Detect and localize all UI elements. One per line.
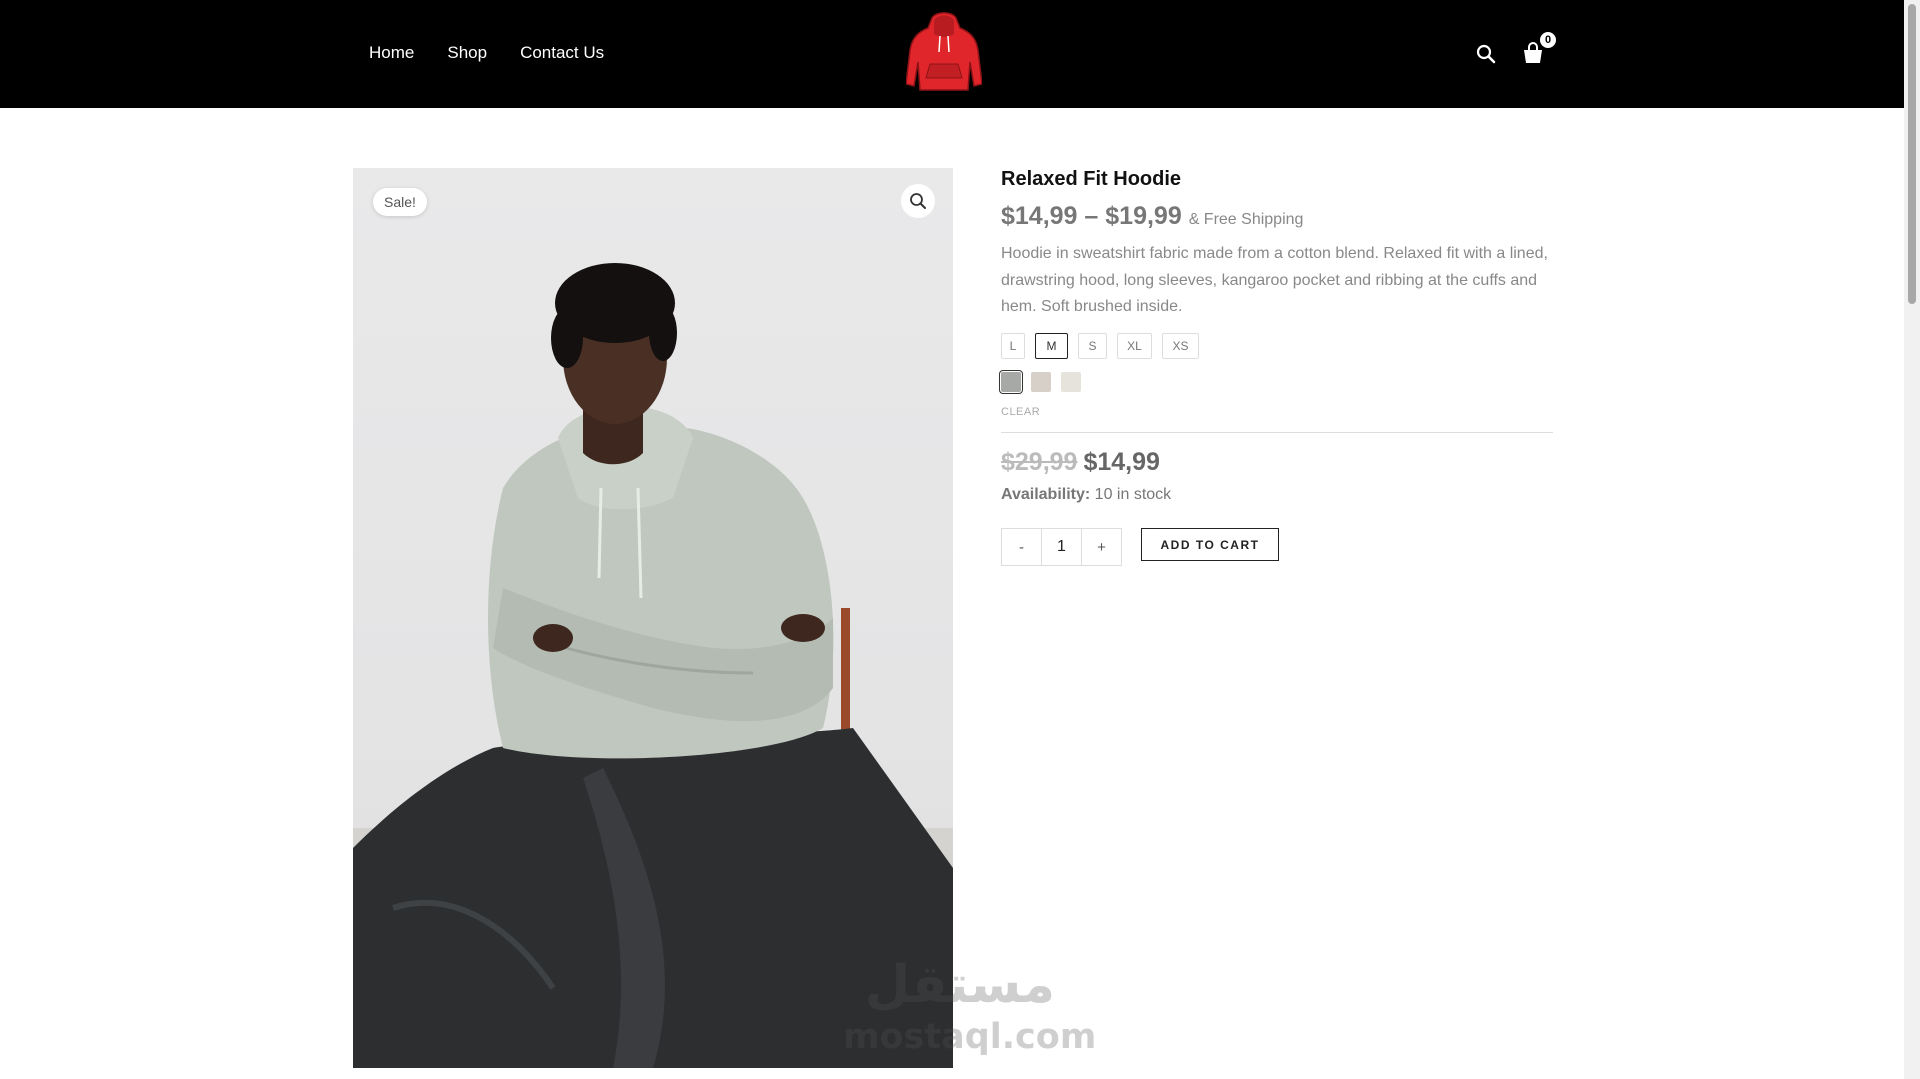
product-description: Hoodie in sweatshirt fabric made from a …: [1001, 245, 1548, 315]
color-options: [999, 370, 1081, 394]
product-photo: [353, 263, 953, 1068]
nav-shop[interactable]: Shop: [447, 43, 487, 63]
size-option-l[interactable]: L: [1001, 333, 1025, 359]
quantity-increase-button[interactable]: +: [1082, 529, 1121, 565]
availability-label: Availability:: [1001, 486, 1091, 503]
size-option-s[interactable]: S: [1078, 333, 1107, 359]
availability: Availability: 10 in stock: [1001, 486, 1171, 504]
page-scrollbar[interactable]: [1904, 0, 1920, 1079]
variation-price: $29,99 $14,99: [1001, 448, 1160, 477]
nav-home[interactable]: Home: [369, 43, 414, 63]
price-min: $14,99: [1001, 202, 1078, 230]
zoom-button[interactable]: [901, 184, 935, 218]
product-title: Relaxed Fit Hoodie: [1001, 168, 1182, 190]
magnifier-icon: [910, 193, 926, 209]
size-option-m[interactable]: M: [1035, 333, 1068, 359]
scrollbar-thumb[interactable]: [1908, 4, 1916, 304]
current-price: $14,99: [1083, 448, 1160, 476]
availability-value: 10 in stock: [1094, 486, 1172, 503]
color-swatch-2[interactable]: [1031, 372, 1051, 392]
cart-count-badge: 0: [1540, 32, 1556, 48]
sale-badge: Sale!: [373, 188, 427, 216]
product-summary: Relaxed Fit Hoodie $14,99 – $19,99 & Fre…: [999, 166, 1553, 566]
quantity-decrease-button[interactable]: -: [1002, 529, 1041, 565]
free-shipping-label: & Free Shipping: [1188, 211, 1304, 228]
mostaql-watermark: مستقل mostaql.com: [843, 955, 1097, 1061]
divider: [1001, 432, 1553, 433]
site-header: Home Shop Contact Us 0: [0, 0, 1904, 108]
color-swatch-1[interactable]: [999, 370, 1023, 394]
size-option-xl[interactable]: XL: [1117, 333, 1152, 359]
product-image[interactable]: Sale!: [353, 168, 953, 1068]
nav-contact-us[interactable]: Contact Us: [520, 43, 604, 63]
quantity-input[interactable]: 1: [1041, 529, 1082, 565]
old-price: $29,99: [1001, 448, 1078, 476]
size-options: L M S XL XS: [1001, 333, 1199, 359]
color-swatch-3[interactable]: [1061, 372, 1081, 392]
main-nav: Home Shop Contact Us: [369, 43, 604, 63]
add-to-cart-button[interactable]: ADD TO CART: [1141, 528, 1279, 561]
price-max: $19,99: [1105, 202, 1182, 230]
price-range: $14,99 – $19,99 & Free Shipping: [1001, 202, 1553, 231]
search-icon[interactable]: [1475, 43, 1497, 65]
hoodie-logo-icon[interactable]: [906, 12, 982, 94]
watermark-arabic: مستقل: [864, 955, 1056, 1015]
clear-selection-link[interactable]: CLEAR: [1001, 406, 1040, 418]
price-separator: –: [1077, 202, 1106, 230]
watermark-latin: mostaql.com: [843, 1017, 1097, 1057]
quantity-stepper: - 1 +: [1001, 528, 1122, 566]
size-option-xs[interactable]: XS: [1162, 333, 1199, 359]
